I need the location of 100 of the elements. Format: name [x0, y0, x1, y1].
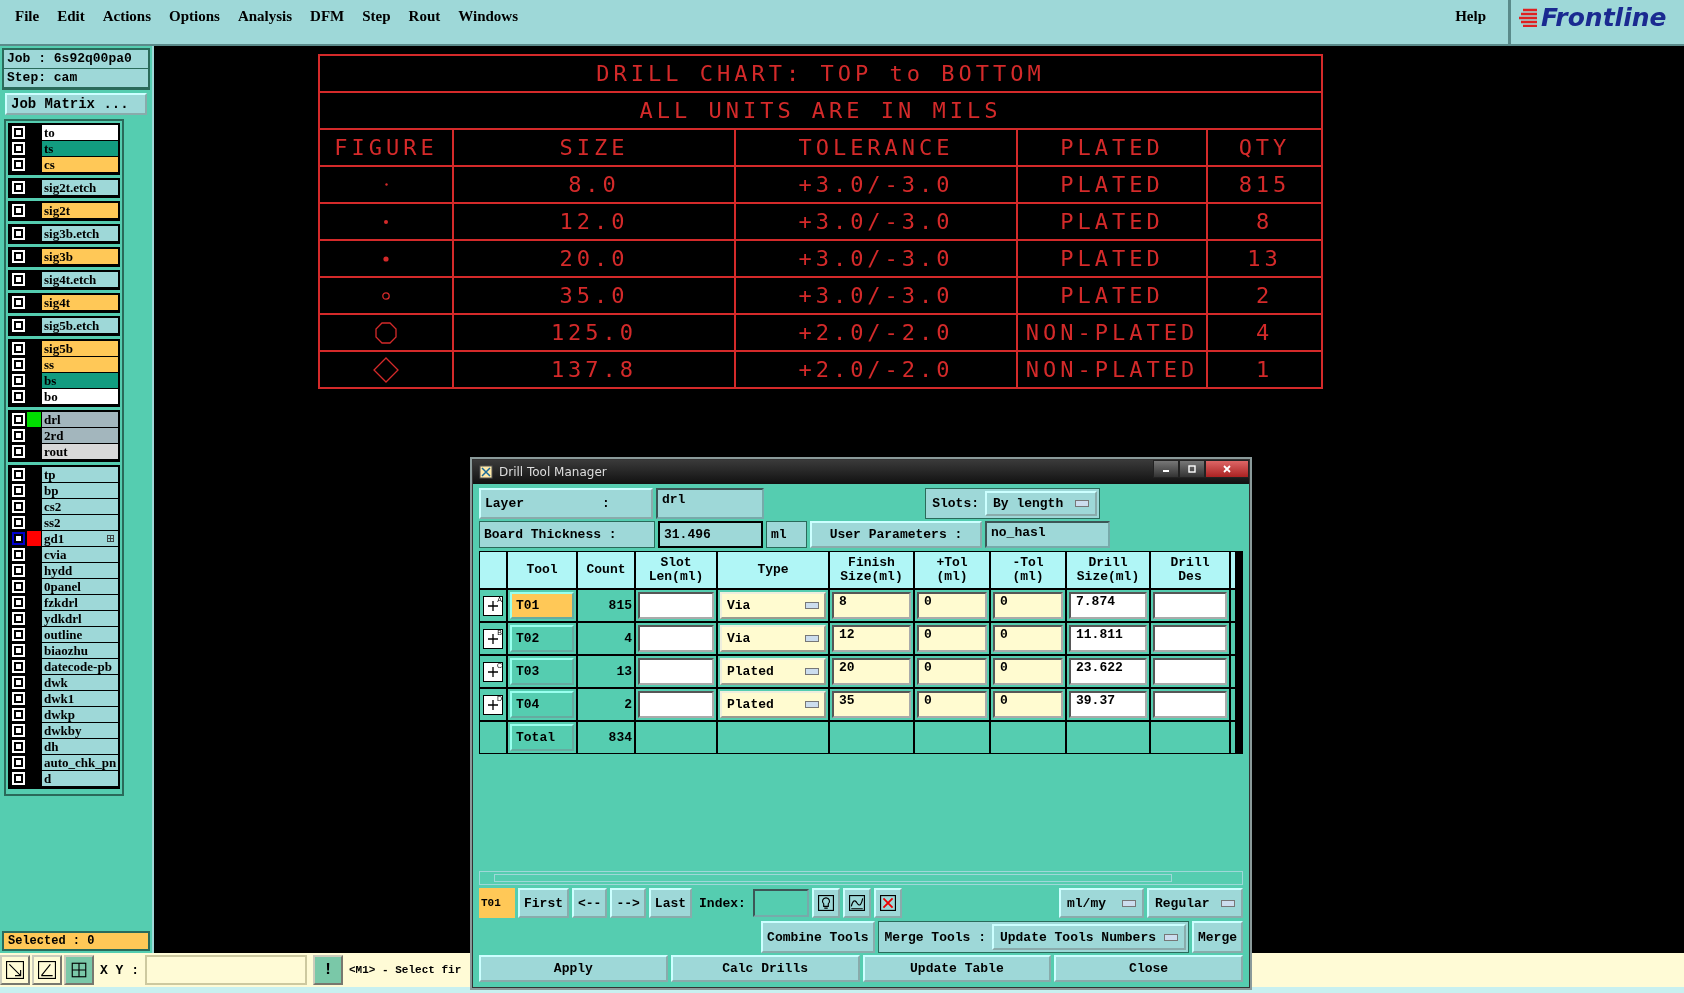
layer-checkbox[interactable]: [14, 486, 23, 495]
menu-item[interactable]: Actions: [93, 8, 160, 25]
units-dropdown[interactable]: ml/my: [1059, 888, 1144, 918]
type-dropdown[interactable]: Plated: [720, 691, 826, 718]
action-button[interactable]: Update Table: [862, 955, 1052, 982]
layer-name[interactable]: auto_chk_pn: [42, 755, 118, 770]
total-button[interactable]: Total: [510, 724, 574, 751]
drill-size-field[interactable]: 11.811: [1069, 625, 1147, 652]
layer-name[interactable]: 0panel: [42, 579, 118, 594]
layer-checkbox[interactable]: [14, 252, 23, 261]
horizontal-scrollbar[interactable]: [479, 871, 1243, 885]
layer-checkbox[interactable]: [14, 662, 23, 671]
minimize-button[interactable]: [1153, 460, 1179, 478]
layer-checkbox[interactable]: [14, 518, 23, 527]
close-button[interactable]: [1205, 460, 1249, 478]
layer-name[interactable]: drl: [42, 412, 118, 427]
drill-size-field[interactable]: 39.37: [1069, 691, 1147, 718]
plus-tolerance-field[interactable]: 0: [917, 658, 987, 685]
layer-name[interactable]: hydd: [42, 563, 118, 578]
layer-checkbox[interactable]: [14, 160, 23, 169]
action-button[interactable]: Calc Drills: [670, 955, 860, 982]
layer-name[interactable]: bo: [42, 389, 118, 404]
layer-checkbox[interactable]: [14, 431, 23, 440]
menu-item[interactable]: Options: [160, 8, 229, 25]
zoom-button[interactable]: [0, 955, 30, 985]
finish-size-field[interactable]: 8: [832, 592, 911, 619]
measure-button[interactable]: [32, 955, 62, 985]
menu-item[interactable]: DFM: [301, 8, 354, 25]
layer-checkbox[interactable]: [14, 392, 23, 401]
minus-tolerance-field[interactable]: 0: [993, 691, 1063, 718]
layer-name[interactable]: cvia: [42, 547, 118, 562]
drill-size-field[interactable]: 23.622: [1069, 658, 1147, 685]
slot-length-field[interactable]: [638, 625, 714, 652]
drill-designation-field[interactable]: [1153, 625, 1227, 652]
layer-checkbox[interactable]: [14, 726, 23, 735]
plus-tolerance-field[interactable]: 0: [917, 625, 987, 652]
layer-checkbox[interactable]: [14, 502, 23, 511]
layer-name[interactable]: to: [42, 125, 118, 140]
layer-name[interactable]: biaozhu: [42, 643, 118, 658]
plus-tolerance-field[interactable]: 0: [917, 592, 987, 619]
layer-checkbox[interactable]: [14, 298, 23, 307]
layer-checkbox[interactable]: [14, 275, 23, 284]
layer-checkbox[interactable]: [14, 128, 23, 137]
menu-item[interactable]: Analysis: [228, 8, 302, 25]
layer-checkbox[interactable]: [14, 229, 23, 238]
layer-checkbox[interactable]: [14, 742, 23, 751]
maximize-button[interactable]: [1179, 460, 1205, 478]
layer-checkbox[interactable]: [14, 598, 23, 607]
layer-checkbox[interactable]: [14, 360, 23, 369]
layer-name[interactable]: sig2t.etch: [42, 180, 118, 195]
navigation-button[interactable]: First: [518, 888, 569, 918]
tool-button[interactable]: T01: [510, 592, 574, 619]
layer-checkbox[interactable]: [14, 344, 23, 353]
mode-dropdown[interactable]: Regular: [1147, 888, 1243, 918]
layer-checkbox[interactable]: [14, 206, 23, 215]
layer-checkbox[interactable]: [14, 447, 23, 456]
layer-checkbox[interactable]: [14, 710, 23, 719]
index-field[interactable]: [752, 889, 809, 917]
layer-name[interactable]: fzkdrl: [42, 595, 118, 610]
layer-name[interactable]: sig3b: [42, 249, 118, 264]
layer-name[interactable]: dh: [42, 739, 118, 754]
plus-tolerance-field[interactable]: 0: [917, 691, 987, 718]
navigation-button[interactable]: -->: [610, 888, 646, 918]
finish-size-field[interactable]: 35: [832, 691, 911, 718]
drill-designation-field[interactable]: [1153, 658, 1227, 685]
navigation-button[interactable]: <--: [572, 888, 608, 918]
layer-checkbox[interactable]: [14, 183, 23, 192]
layer-checkbox[interactable]: [14, 678, 23, 687]
layer-checkbox[interactable]: [14, 534, 23, 543]
layer-name[interactable]: ts: [42, 141, 118, 156]
layer-checkbox[interactable]: [14, 630, 23, 639]
layer-name[interactable]: datecode-pb: [42, 659, 118, 674]
layer-checkbox[interactable]: [14, 646, 23, 655]
alert-button[interactable]: !: [313, 955, 343, 985]
layer-checkbox[interactable]: [14, 758, 23, 767]
action-button[interactable]: Close: [1054, 955, 1243, 982]
layer-name[interactable]: dwk1: [42, 691, 118, 706]
slot-length-field[interactable]: [638, 592, 714, 619]
drill-size-field[interactable]: 7.874: [1069, 592, 1147, 619]
delete-button[interactable]: [873, 888, 902, 918]
merge-button[interactable]: Merge: [1192, 921, 1243, 953]
slot-length-field[interactable]: [638, 658, 714, 685]
layer-name[interactable]: outline: [42, 627, 118, 642]
user-parameters-field[interactable]: no_hasl: [985, 521, 1110, 548]
navigation-button[interactable]: Last: [648, 888, 693, 918]
layer-checkbox[interactable]: [14, 470, 23, 479]
layer-name[interactable]: sig3b.etch: [42, 226, 118, 241]
menu-item[interactable]: Rout: [399, 8, 450, 25]
tool-button[interactable]: T03: [510, 658, 574, 685]
type-dropdown[interactable]: Via: [720, 625, 826, 652]
minus-tolerance-field[interactable]: 0: [993, 625, 1063, 652]
coordinate-field[interactable]: [145, 955, 307, 985]
job-matrix-button[interactable]: Job Matrix ...: [5, 93, 147, 115]
type-dropdown[interactable]: Via: [720, 592, 826, 619]
layer-name[interactable]: sig2t: [42, 203, 118, 218]
layer-name[interactable]: cs: [42, 157, 118, 172]
layer-name[interactable]: dwk: [42, 675, 118, 690]
layer-checkbox[interactable]: [14, 694, 23, 703]
thickness-field[interactable]: 31.496: [658, 521, 763, 548]
menu-item[interactable]: File: [6, 8, 49, 25]
